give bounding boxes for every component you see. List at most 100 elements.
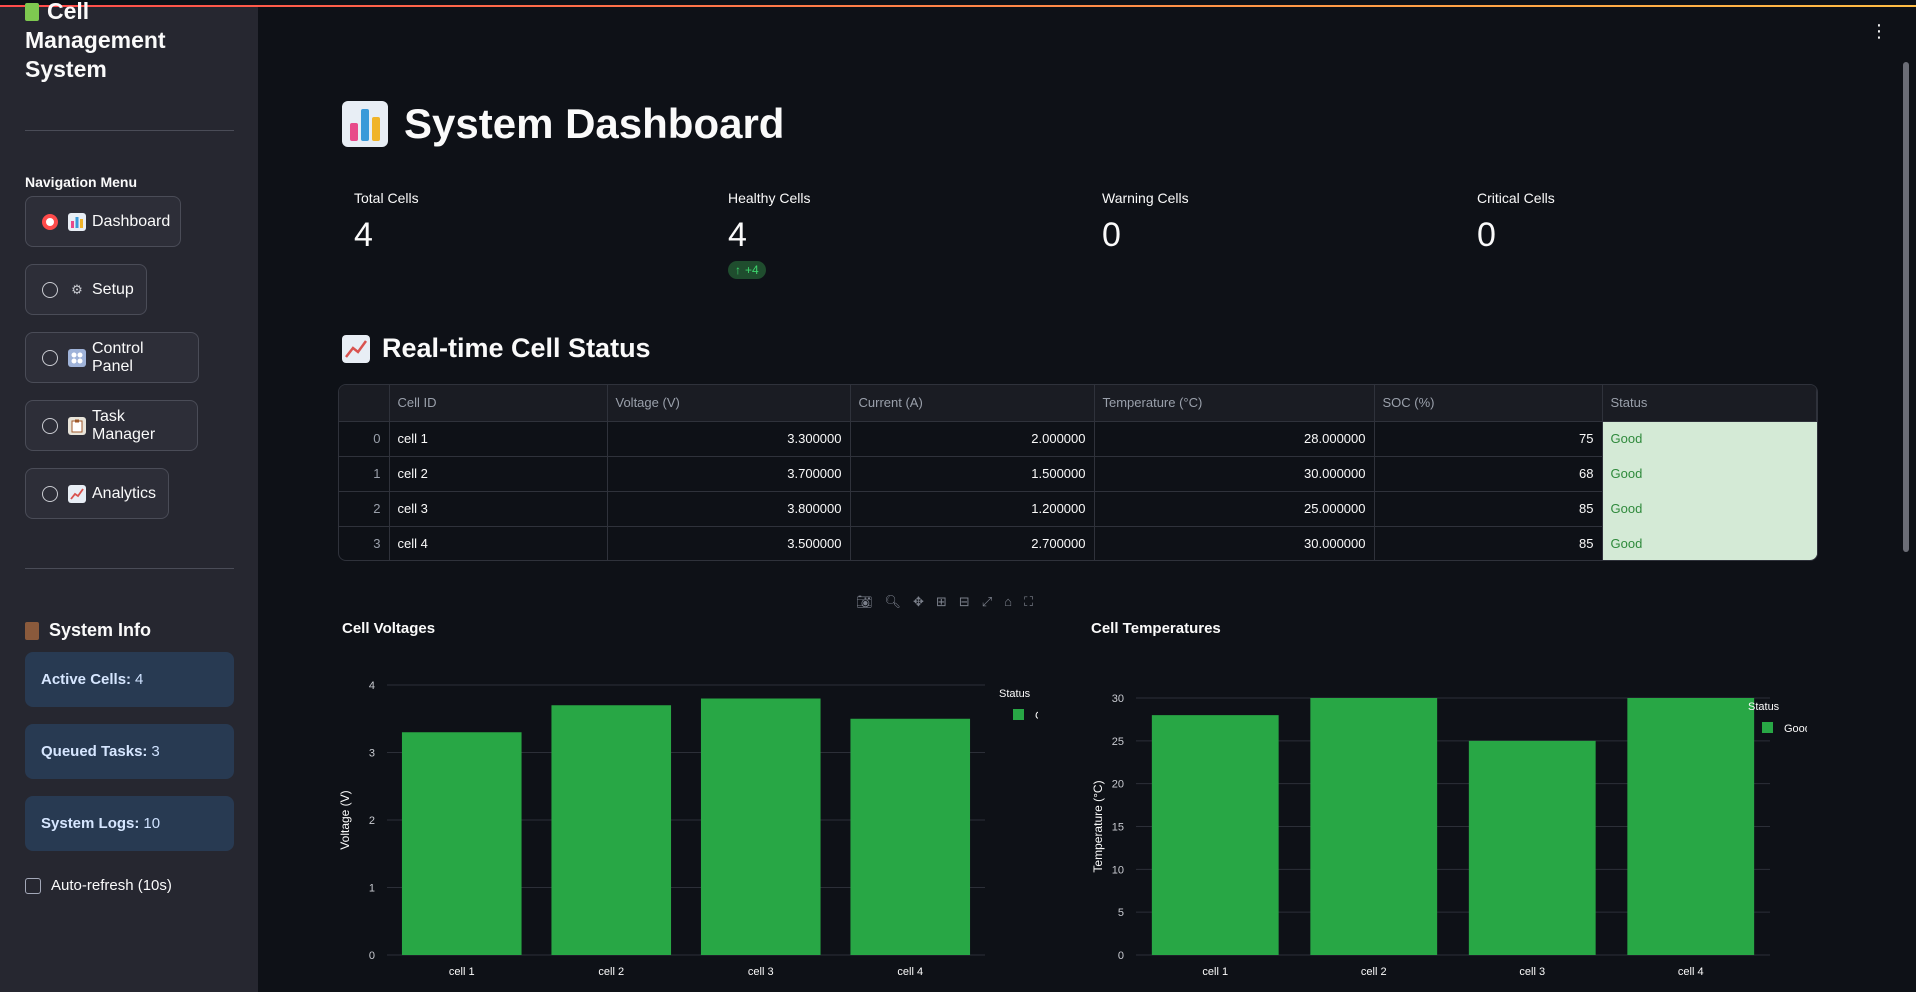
bar — [1310, 698, 1438, 955]
x-tick-label: cell 4 — [897, 966, 923, 978]
nav-menu-label: Navigation Menu — [25, 174, 138, 190]
nav-item-dashboard[interactable]: Dashboard — [25, 196, 181, 247]
legend-title: Status — [1748, 701, 1780, 713]
main-menu-icon[interactable]: ⋮ — [1870, 22, 1888, 40]
current-value[interactable]: 1.500000 — [850, 456, 1095, 492]
system-logs-label: System Logs: — [41, 815, 140, 832]
metric-delta-value: +4 — [745, 263, 759, 277]
row-index[interactable]: 1 — [339, 456, 390, 492]
bar — [1468, 740, 1596, 955]
row-index[interactable]: 3 — [339, 526, 390, 560]
current-value[interactable]: 2.700000 — [850, 526, 1095, 560]
radio-icon[interactable] — [42, 485, 58, 502]
current-value[interactable]: 2.000000 — [850, 421, 1095, 457]
column-header-index[interactable] — [339, 385, 390, 422]
cell-id[interactable]: cell 2 — [389, 456, 608, 492]
auto-refresh-checkbox[interactable] — [25, 877, 41, 894]
row-index[interactable]: 0 — [339, 421, 390, 457]
radio-icon[interactable] — [42, 281, 58, 298]
scrollbar[interactable] — [1903, 62, 1909, 552]
nav-item-setup[interactable]: ⚙ Setup — [25, 264, 147, 315]
status-value[interactable]: Good — [1602, 526, 1817, 560]
y-tick-label: 3 — [369, 748, 375, 760]
metric-value: 0 — [1102, 216, 1121, 254]
autoscale-icon[interactable]: ⤢ — [982, 594, 992, 610]
active-cells-info: Active Cells: 4 — [25, 652, 234, 707]
system-info-title-text: System Info — [49, 620, 152, 640]
temperature-value[interactable]: 28.000000 — [1094, 421, 1375, 457]
home-icon[interactable]: ⌂ — [1004, 594, 1012, 610]
nav-item-control-panel[interactable]: Control Panel — [25, 332, 199, 383]
metric-label: Total Cells — [354, 190, 419, 206]
row-index[interactable]: 2 — [339, 491, 390, 527]
nav-item-task-manager[interactable]: Task Manager — [25, 400, 198, 451]
sidebar: Cell Management System Navigation Menu D… — [0, 0, 258, 992]
chart-modebar: 📷︎ 🔍︎ ✥ ⊞ ⊟ ⤢ ⌂ ⛶ — [856, 594, 1033, 610]
soc-value[interactable]: 85 — [1374, 526, 1603, 560]
zoom-in-icon[interactable]: ⊞ — [936, 594, 947, 610]
radio-selected-icon[interactable] — [42, 213, 58, 230]
voltage-value[interactable]: 3.700000 — [607, 456, 851, 492]
bar-chart-icon — [68, 212, 86, 231]
auto-refresh-toggle[interactable]: Auto-refresh (10s) — [25, 877, 172, 894]
active-cells-label: Active Cells: — [41, 671, 132, 688]
cell-id[interactable]: cell 3 — [389, 491, 608, 527]
cell-id[interactable]: cell 1 — [389, 421, 608, 457]
bar — [401, 732, 522, 955]
x-tick-label: cell 1 — [1202, 966, 1228, 978]
camera-icon[interactable]: 📷︎ — [856, 594, 873, 610]
cell-id[interactable]: cell 4 — [389, 526, 608, 560]
metric-label: Critical Cells — [1477, 190, 1555, 206]
table-row: 1 cell 2 3.700000 1.500000 30.000000 68 … — [339, 456, 1817, 492]
soc-value[interactable]: 68 — [1374, 456, 1603, 492]
queued-tasks-info: Queued Tasks: 3 — [25, 724, 234, 779]
y-tick-label: 0 — [1118, 950, 1124, 962]
pan-icon[interactable]: ✥ — [913, 594, 924, 610]
chart-title-voltages: Cell Voltages — [342, 620, 436, 637]
radio-icon[interactable] — [42, 417, 58, 434]
temperature-bar-chart[interactable]: 0 5 10 15 20 25 30 Temperature (°C) cell 1 cell 2… — [1087, 670, 1807, 985]
zoom-icon[interactable]: 🔍︎ — [885, 594, 902, 610]
column-header-cell-id[interactable]: Cell ID — [389, 385, 608, 422]
legend-entry: Good — [1035, 710, 1038, 722]
voltage-value[interactable]: 3.300000 — [607, 421, 851, 457]
bar — [850, 718, 971, 955]
cell-status-table[interactable]: Cell ID Voltage (V) Current (A) Temperat… — [338, 384, 1818, 561]
voltage-bar-chart[interactable]: 0 1 2 3 4 Voltage (V) cell 1 cell 2 cell 3 cell 4… — [338, 670, 1038, 985]
status-value[interactable]: Good — [1602, 491, 1817, 527]
x-tick-label: cell 2 — [1361, 966, 1387, 978]
status-value[interactable]: Good — [1602, 421, 1817, 457]
table-header-row: Cell ID Voltage (V) Current (A) Temperat… — [339, 385, 1817, 422]
column-header-voltage[interactable]: Voltage (V) — [607, 385, 851, 422]
metric-critical-cells: Critical Cells 0 — [1477, 190, 1555, 255]
app-title-line1: Cell — [25, 0, 225, 26]
control-knobs-icon — [68, 348, 86, 367]
fullscreen-icon[interactable]: ⛶ — [1024, 594, 1033, 610]
radio-icon[interactable] — [42, 349, 58, 366]
nav-item-analytics[interactable]: Analytics — [25, 468, 169, 519]
temperature-value[interactable]: 30.000000 — [1094, 526, 1375, 560]
voltage-value[interactable]: 3.500000 — [607, 526, 851, 560]
y-tick-label: 4 — [369, 680, 375, 692]
section-title: Real-time Cell Status — [342, 333, 651, 364]
metric-label: Healthy Cells — [728, 190, 811, 206]
temperature-value[interactable]: 25.000000 — [1094, 491, 1375, 527]
nav-item-label: Dashboard — [92, 212, 171, 230]
column-header-soc[interactable]: SOC (%) — [1374, 385, 1603, 422]
voltage-value[interactable]: 3.800000 — [607, 491, 851, 527]
table-row: 3 cell 4 3.500000 2.700000 30.000000 85 … — [339, 526, 1817, 560]
soc-value[interactable]: 85 — [1374, 491, 1603, 527]
y-tick-label: 5 — [1118, 907, 1124, 919]
soc-value[interactable]: 75 — [1374, 421, 1603, 457]
temperature-value[interactable]: 30.000000 — [1094, 456, 1375, 492]
abacus-icon — [25, 621, 39, 640]
sidebar-divider — [25, 568, 234, 569]
column-header-temperature[interactable]: Temperature (°C) — [1094, 385, 1375, 422]
trend-chart-icon — [342, 334, 370, 363]
column-header-status[interactable]: Status — [1602, 385, 1817, 422]
column-header-current[interactable]: Current (A) — [850, 385, 1095, 422]
status-value[interactable]: Good — [1602, 456, 1817, 492]
current-value[interactable]: 1.200000 — [850, 491, 1095, 527]
zoom-out-icon[interactable]: ⊟ — [959, 594, 970, 610]
gear-icon: ⚙ — [71, 281, 83, 297]
